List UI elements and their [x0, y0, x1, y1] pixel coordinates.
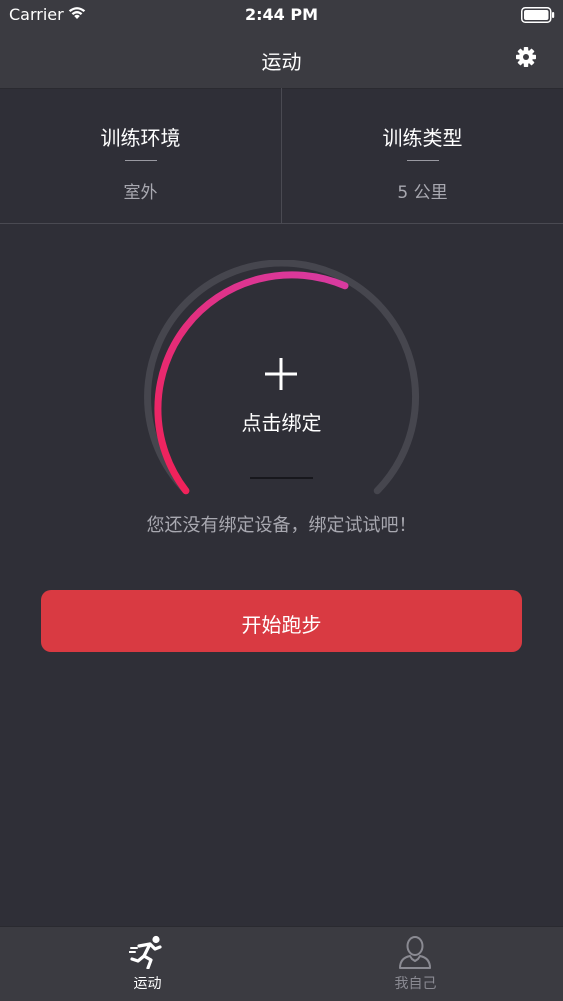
training-type-title: 训练类型	[382, 126, 463, 150]
status-bar: Carrier 2:44 PM	[0, 0, 563, 30]
segment-divider-line	[406, 160, 439, 161]
tab-me[interactable]: 我自己	[275, 927, 556, 1001]
start-running-button[interactable]: 开始跑步	[41, 590, 522, 652]
status-time: 2:44 PM	[244, 5, 318, 24]
training-environment-title: 训练环境	[100, 126, 181, 150]
person-icon	[399, 936, 431, 969]
tab-bar: 运动 我自己	[0, 926, 563, 1001]
gear-icon[interactable]	[515, 46, 537, 68]
training-type-value: 5 公里	[397, 183, 448, 203]
nav-bar: 运动	[0, 30, 563, 89]
page-title: 运动	[261, 50, 302, 74]
bind-device-label[interactable]: 点击绑定	[0, 407, 563, 436]
tab-sport-label: 运动	[133, 976, 162, 992]
tab-sport[interactable]: 运动	[7, 927, 288, 1001]
training-environment-selector[interactable]: 训练环境 室外	[0, 88, 281, 223]
start-running-label: 开始跑步	[241, 613, 322, 637]
plus-icon[interactable]	[265, 358, 297, 390]
gauge-underline	[250, 477, 313, 479]
tab-me-label: 我自己	[394, 976, 437, 992]
training-type-selector[interactable]: 训练类型 5 公里	[282, 88, 563, 223]
segment-divider-line	[124, 160, 157, 161]
battery-icon	[521, 7, 555, 23]
running-icon	[129, 935, 162, 969]
training-options: 训练环境 室外 训练类型 5 公里	[0, 88, 563, 224]
training-environment-value: 室外	[123, 183, 158, 203]
no-device-hint: 您还没有绑定设备，绑定试试吧！	[146, 515, 417, 536]
